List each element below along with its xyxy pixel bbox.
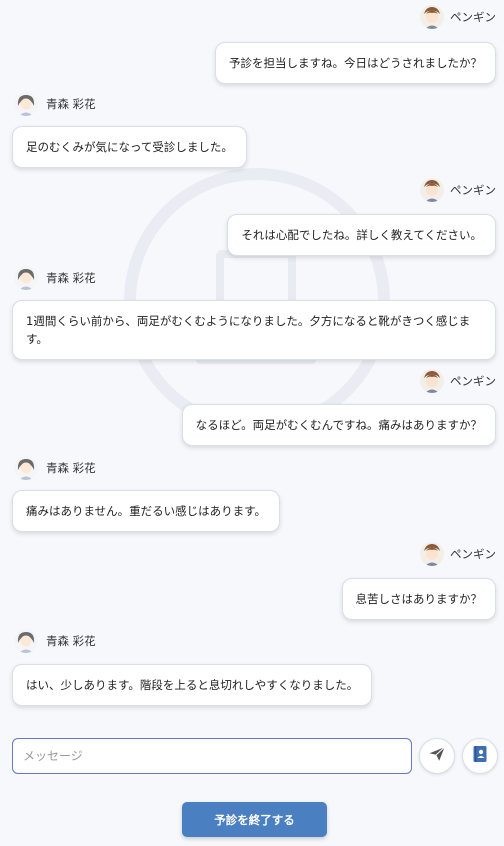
doctor-header: ペンギン (420, 369, 496, 393)
send-icon (428, 745, 446, 767)
patient-header: 青森 彩花 (14, 456, 96, 480)
send-button[interactable] (419, 738, 455, 774)
message-bubble-patient: 足のむくみが気になって受診しました。 (12, 126, 247, 168)
patient-avatar (14, 629, 38, 653)
message-bubble-doctor: なるほど。両足がむくむんですね。痛みはありますか？ (181, 404, 496, 446)
patient-header: 青森 彩花 (14, 92, 96, 116)
doctor-avatar (420, 369, 444, 393)
speaker-name: 青森 彩花 (46, 461, 96, 475)
end-interview-button[interactable]: 予診を終了する (182, 802, 327, 837)
message-bubble-patient: 痛みはありません。重だるい感じはあります。 (12, 490, 281, 532)
notebook-icon (472, 745, 488, 767)
doctor-header: ペンギン (420, 178, 496, 202)
speaker-name: ペンギン (450, 10, 496, 24)
speaker-name: 青森 彩花 (46, 271, 96, 285)
patient-avatar (14, 456, 38, 480)
doctor-avatar (420, 178, 444, 202)
speaker-name: ペンギン (450, 547, 496, 561)
message-bubble-doctor: それは心配でしたね。詳しく教えてください。 (227, 214, 496, 256)
message-bubble-patient: 1週間くらい前から、両足がむくむようになりました。夕方になると靴がきつく感じます… (12, 300, 496, 360)
patient-avatar (14, 92, 38, 116)
speaker-name: 青森 彩花 (46, 634, 96, 648)
speaker-name: ペンギン (450, 183, 496, 197)
message-bubble-patient: はい、少しあります。階段を上ると息切れしやすくなりました。 (12, 664, 373, 706)
speaker-name: ペンギン (450, 374, 496, 388)
doctor-header: ペンギン (420, 5, 496, 29)
chat-log: ペンギン 予診を担当しますね。今日はどうされましたか？ 青森 彩花 足のむくみが… (0, 0, 504, 720)
message-bubble-doctor: 息苦しさはありますか？ (341, 578, 496, 620)
doctor-avatar (420, 542, 444, 566)
doctor-header: ペンギン (420, 542, 496, 566)
patient-avatar (14, 266, 38, 290)
message-bubble-doctor: 予診を担当しますね。今日はどうされましたか？ (215, 42, 496, 84)
message-input[interactable] (12, 738, 412, 774)
patient-header: 青森 彩花 (14, 266, 96, 290)
doctor-avatar (420, 5, 444, 29)
speaker-name: 青森 彩花 (46, 97, 96, 111)
patient-header: 青森 彩花 (14, 629, 96, 653)
record-button[interactable] (462, 738, 498, 774)
